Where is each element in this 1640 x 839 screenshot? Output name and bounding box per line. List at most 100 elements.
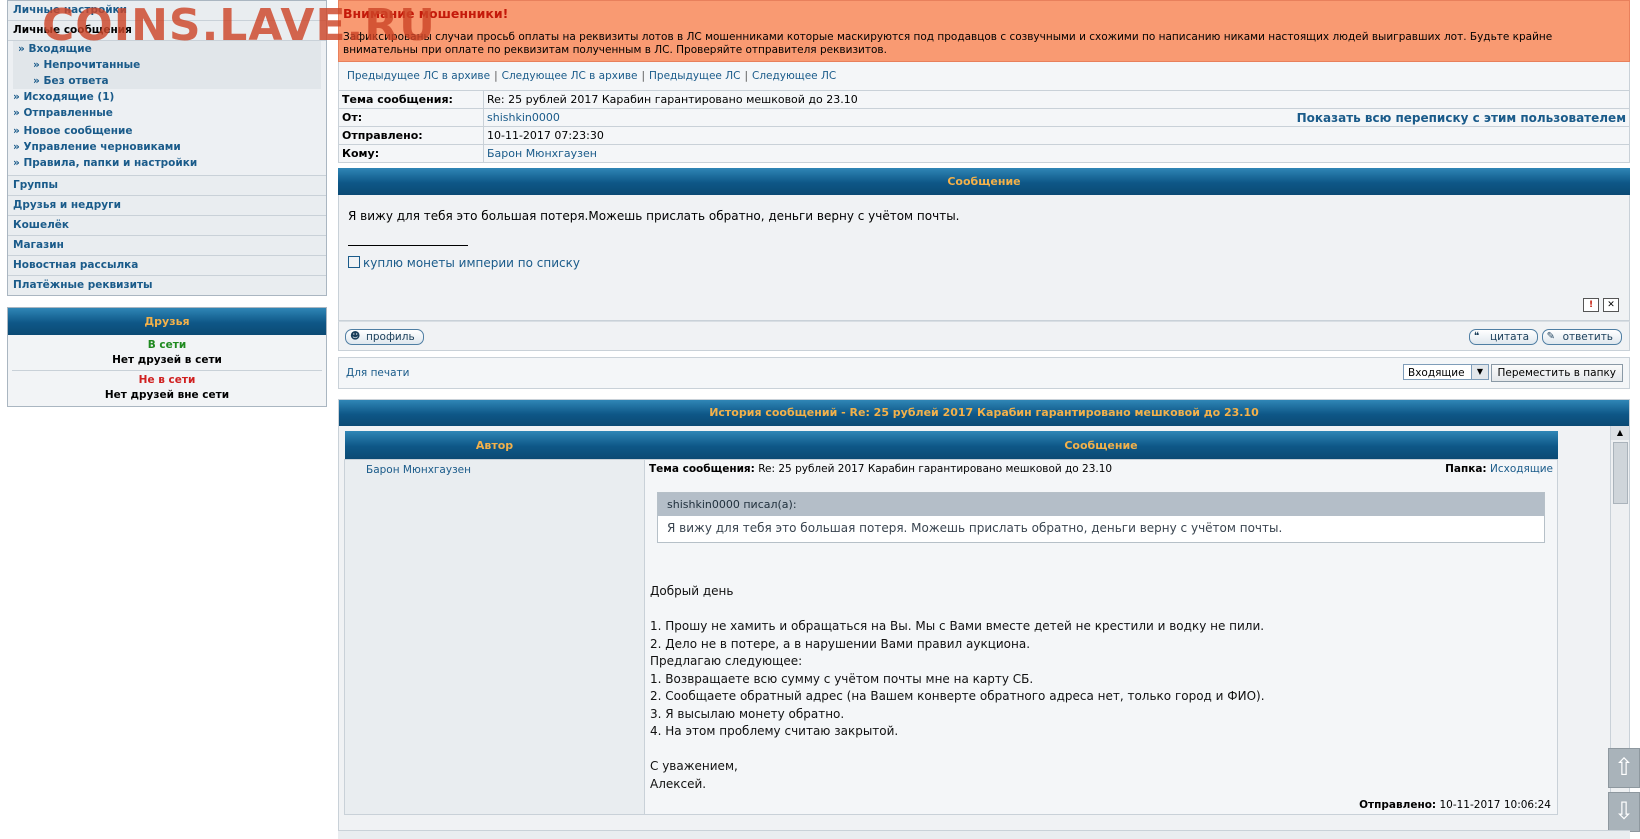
from-label: От: [338, 108, 484, 127]
bullet-icon: » [18, 43, 25, 55]
sidebar-item-newsletter[interactable]: Новостная рассылка [8, 255, 326, 275]
message-navigation: Предыдущее ЛС в архиве | Следующее ЛС в ар… [338, 62, 1630, 90]
delete-icon[interactable]: ✕ [1603, 298, 1619, 312]
profile-button-label: профиль [366, 331, 415, 343]
show-all-conversation-link[interactable]: Показать всю переписку с этим пользовате… [1297, 111, 1626, 125]
sidebar-item-friends-foes[interactable]: Друзья и недруги [8, 195, 326, 215]
sidebar-item-shop[interactable]: Магазин [8, 235, 326, 255]
divider [12, 370, 322, 371]
history-folder: Папка: Исходящие [1445, 463, 1553, 475]
history-scroll-area[interactable]: Автор Сообщение Барон Мюнхгаузен Тема со… [339, 426, 1629, 831]
friends-title: Друзья [8, 308, 326, 335]
message-tools: ! ✕ [1579, 296, 1619, 312]
main-content: Внимание мошенники! Зафиксированы случаи… [338, 0, 1630, 832]
from-user-link[interactable]: shishkin0000 [487, 111, 560, 124]
reply-line: 1. Возвращаете всю сумму с учётом почты … [650, 671, 1034, 686]
message-actions: ☻ профиль ❝ цитата ✎ ответить [338, 321, 1630, 351]
quote-button[interactable]: ❝ цитата [1468, 329, 1539, 345]
bullet-icon: » [33, 75, 40, 87]
signature-link[interactable]: куплю монеты империи по списку [363, 256, 580, 270]
move-to-folder-button[interactable]: Переместить в папку [1490, 364, 1623, 382]
folder-select[interactable]: Входящие ▼ [1403, 364, 1489, 380]
friends-panel: Друзья В сети Нет друзей в сети Не в сет… [7, 307, 327, 407]
quote-button-label: цитата [1489, 331, 1530, 343]
sidebar-item-label: Отправленные [23, 107, 113, 119]
subject-label: Тема сообщения: [338, 90, 484, 109]
bullet-icon: » [13, 157, 20, 169]
warning-title: Внимание мошенники! [343, 6, 509, 21]
to-user-link[interactable]: Барон Мюнхгаузен [487, 147, 597, 160]
history-reply-text: Добрый день 1. Прошу не хамить и обращат… [649, 583, 1553, 793]
sidebar: Личные настройки Личные сообщения » Вход… [7, 0, 327, 407]
prev-message-link[interactable]: Предыдущее ЛС [649, 70, 740, 82]
reply-line: Алексей. [650, 776, 707, 791]
history-subject-label: Тема сообщения: [649, 463, 755, 475]
nav-separator: | [494, 70, 498, 82]
reply-blank-line [650, 741, 1553, 759]
message-title-bar: Сообщение [338, 168, 1630, 195]
external-link-icon [348, 256, 360, 268]
sidebar-item-rules[interactable]: » Правила, папки и настройки [8, 155, 326, 171]
message-footer-toolbar: Для печати Входящие ▼ Переместить в папку [338, 357, 1630, 389]
sidebar-item-wallet[interactable]: Кошелёк [8, 215, 326, 235]
friends-offline-empty: Нет друзей вне сети [104, 389, 230, 401]
history-folder-label: Папка: [1445, 463, 1487, 475]
scam-warning: Внимание мошенники! Зафиксированы случаи… [338, 0, 1630, 62]
reply-line: 2. Дело не в потере, а в нарушении Вами … [650, 636, 1031, 651]
message-header: Тема сообщения: Re: 25 рублей 2017 Караб… [338, 90, 1630, 163]
print-link[interactable]: Для печати [346, 367, 409, 379]
sidebar-item-label: Новое сообщение [23, 125, 133, 137]
sidebar-item-new-message[interactable]: » Новое сообщение [8, 123, 326, 139]
reply-blank-line [650, 601, 1553, 619]
next-archive-link[interactable]: Следующее ЛС в архиве [502, 70, 638, 82]
sidebar-item-groups[interactable]: Группы [8, 175, 326, 195]
signature: куплю монеты империи по списку [348, 256, 1620, 270]
warning-text: Зафиксированы случаи просьб оплаты на ре… [343, 31, 1553, 56]
history-subject-line: Тема сообщения: Re: 25 рублей 2017 Караб… [649, 463, 1553, 477]
scroll-up-arrow-icon[interactable]: ▲ [1611, 426, 1629, 440]
profile-button[interactable]: ☻ профиль [345, 329, 424, 345]
history-subject: Re: 25 рублей 2017 Карабин гарантировано… [758, 463, 1113, 475]
bullet-icon: » [13, 91, 20, 103]
reply-line: 1. Прошу не хамить и обращаться на Вы. М… [650, 619, 1265, 633]
profile-icon: ☻ [350, 331, 361, 342]
history-message-cell: Тема сообщения: Re: 25 рублей 2017 Караб… [644, 459, 1558, 815]
reply-button[interactable]: ✎ ответить [1541, 329, 1622, 345]
sidebar-item-outbox[interactable]: » Исходящие (1) [8, 89, 326, 105]
report-icon[interactable]: ! [1583, 298, 1599, 312]
reply-icon: ✎ [1546, 331, 1555, 342]
sidebar-item-payment[interactable]: Платёжные реквизиты [8, 275, 326, 295]
quote-block: shishkin0000 писал(а): Я вижу для тебя э… [657, 492, 1545, 543]
column-author: Автор [344, 431, 645, 460]
history-sent-value: 10-11-2017 10:06:24 [1439, 799, 1551, 811]
sidebar-item-drafts[interactable]: » Управление черновиками [8, 139, 326, 155]
history-sent-line: Отправлено: 10-11-2017 10:06:24 [649, 799, 1553, 811]
history-folder-link[interactable]: Исходящие [1490, 463, 1553, 475]
history-title: История сообщений - Re: 25 рублей 2017 К… [339, 400, 1629, 426]
reply-line: 3. Я высылаю монету обратно. [650, 706, 845, 721]
sidebar-item-label: Непрочитанные [43, 59, 141, 71]
quote-icon: ❝ [1473, 331, 1480, 342]
bullet-icon: » [33, 59, 40, 71]
message-text: Я вижу для тебя это большая потеря.Можеш… [348, 209, 960, 223]
sidebar-item-label: Без ответа [43, 75, 109, 87]
reply-line: С уважением, [650, 759, 738, 773]
friends-offline-label: Не в сети [138, 374, 196, 386]
scroll-to-bottom-icon[interactable]: ⇩ [1608, 792, 1640, 832]
scrollbar-thumb[interactable] [1613, 442, 1628, 504]
prev-archive-link[interactable]: Предыдущее ЛС в архиве [347, 70, 490, 82]
reply-line: Предлагаю следующее: [650, 654, 803, 668]
sidebar-item-unread[interactable]: » Непрочитанные [13, 57, 321, 73]
reply-line: 2. Сообщаете обратный адрес (на Вашем ко… [650, 689, 1265, 703]
sidebar-item-unanswered[interactable]: » Без ответа [13, 73, 321, 89]
history-author-link[interactable]: Барон Мюнхгаузен [366, 464, 471, 476]
next-message-link[interactable]: Следующее ЛС [752, 70, 836, 82]
sidebar-item-sent[interactable]: » Отправленные [8, 105, 326, 121]
nav-separator: | [744, 70, 748, 82]
message-history: История сообщений - Re: 25 рублей 2017 К… [338, 399, 1630, 832]
reply-button-label: ответить [1562, 331, 1613, 343]
history-author-cell: Барон Мюнхгаузен [344, 459, 645, 815]
scroll-to-top-icon[interactable]: ⇧ [1608, 748, 1640, 788]
page-scroll-buttons: ⇧ ⇩ [1608, 748, 1640, 836]
sidebar-item-label: Управление черновиками [23, 141, 181, 153]
